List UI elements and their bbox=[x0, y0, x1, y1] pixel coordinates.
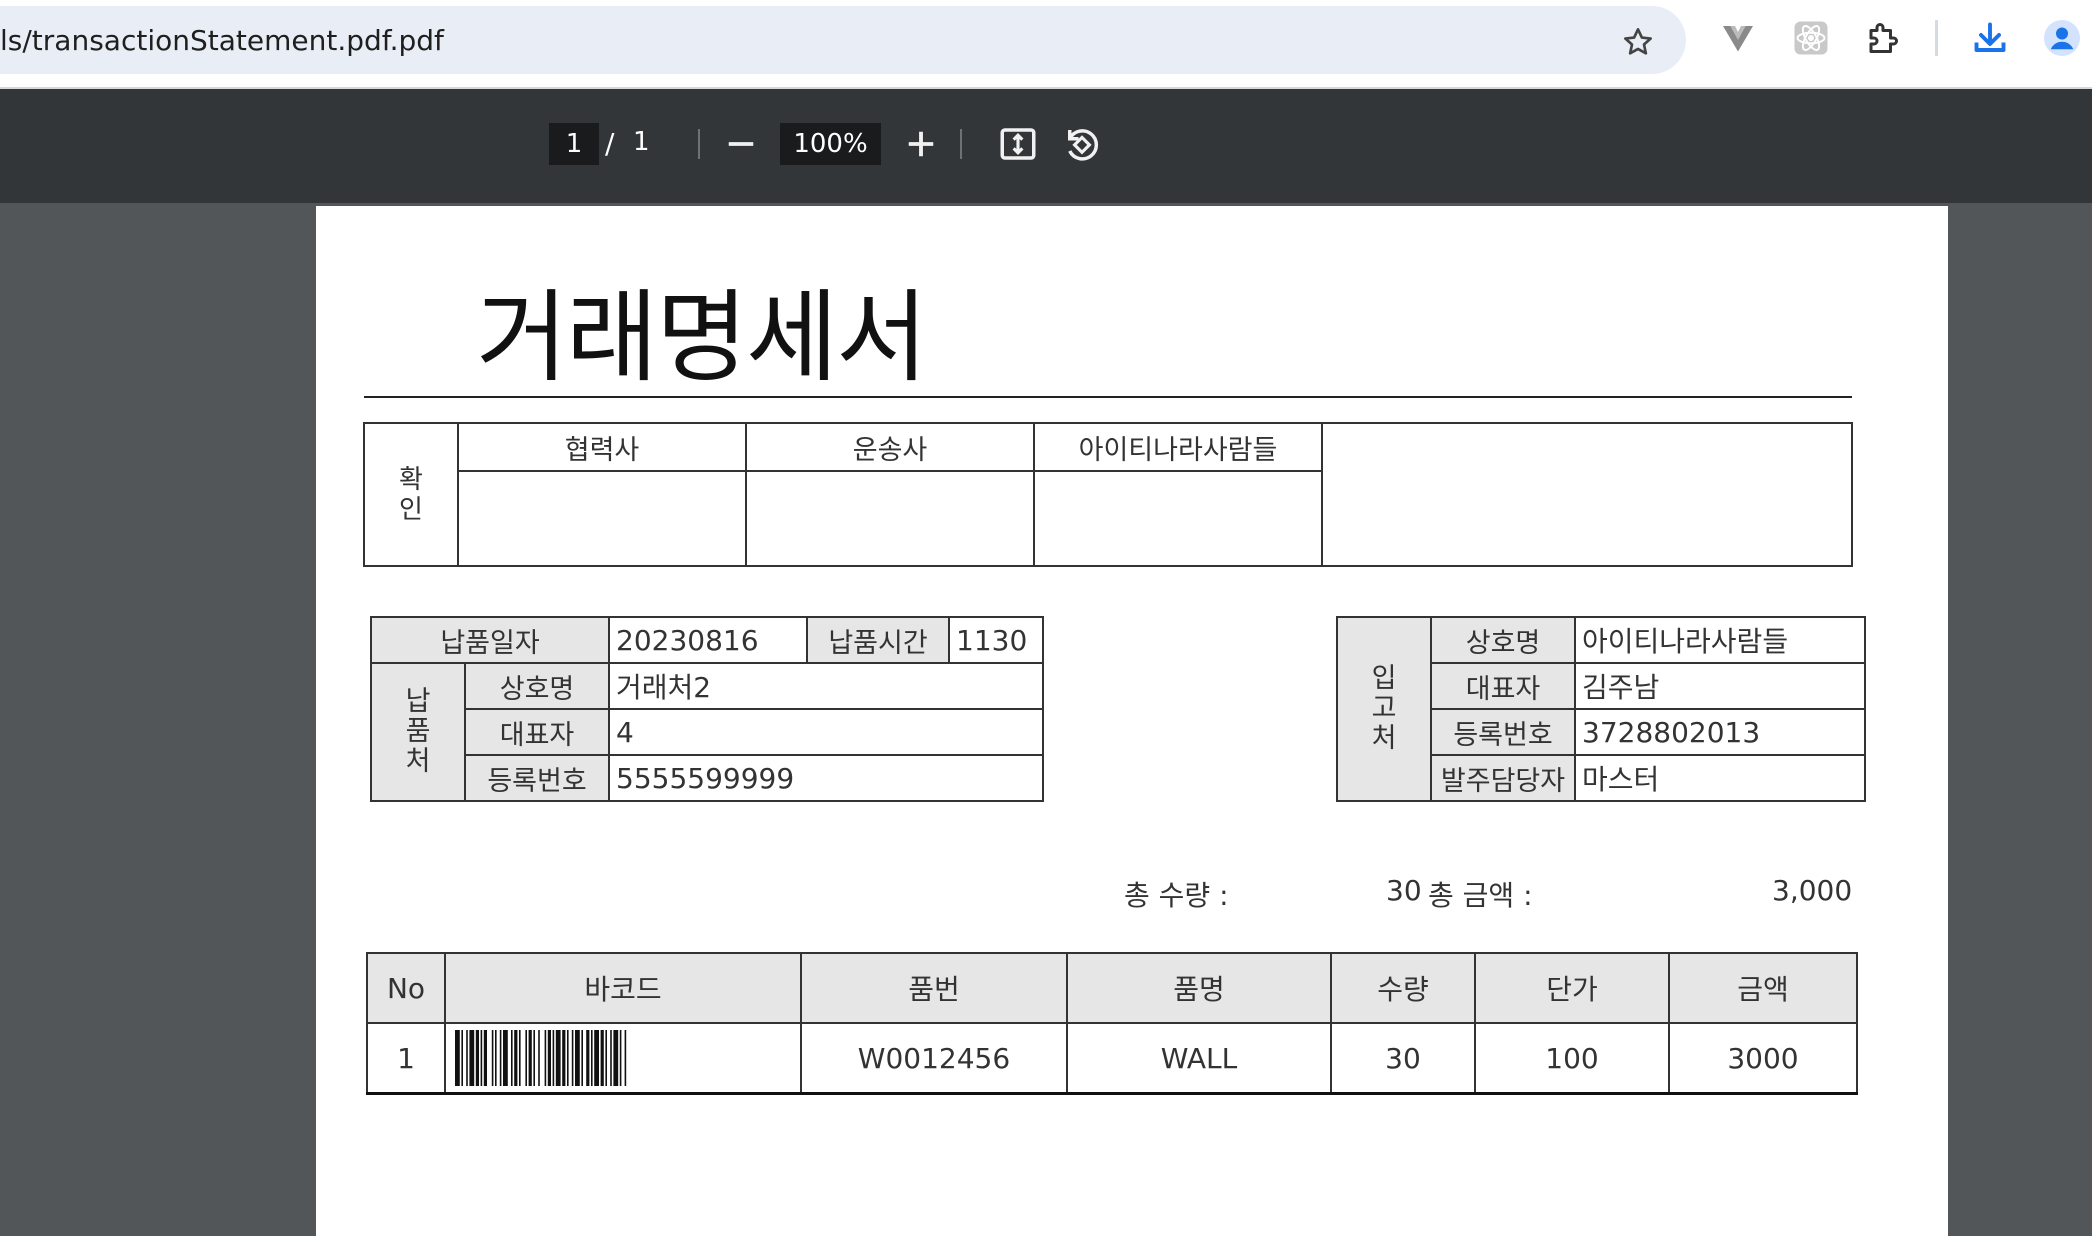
fit-page-icon[interactable] bbox=[997, 123, 1039, 165]
confirm-header-company: 아이티나라사람들 bbox=[1033, 422, 1323, 472]
receiver-side-label: 입 고 처 bbox=[1336, 616, 1432, 802]
cell-no: 1 bbox=[366, 1022, 446, 1095]
confirm-sign-carrier bbox=[745, 470, 1035, 567]
delivery-date-label: 납품일자 bbox=[370, 616, 610, 664]
document-title: 거래명세서 bbox=[476, 279, 928, 396]
pdf-toolbar: 1 / 1 100% bbox=[0, 89, 2092, 203]
items-table: No 바코드 품번 품명 수량 단가 금액 1 W0012456 WALL 30… bbox=[366, 952, 1858, 1095]
confirm-label: 확 인 bbox=[363, 422, 459, 567]
confirm-sign-partner bbox=[457, 470, 747, 567]
toolbar-divider bbox=[1935, 20, 1938, 56]
receiver-ceo-label: 대표자 bbox=[1430, 662, 1576, 710]
browser-toolbar: ls/transactionStatement.pdf.pdf bbox=[0, 0, 2092, 89]
pdf-page: 거래명세서 확 인 협력사 운송사 아이티나라사람들 납품일자 20230816… bbox=[316, 206, 1948, 1236]
cell-amount: 3000 bbox=[1668, 1022, 1858, 1095]
confirm-sign-company bbox=[1033, 470, 1323, 567]
star-icon[interactable] bbox=[1622, 26, 1654, 58]
col-header-part-no: 품번 bbox=[800, 952, 1068, 1024]
zoom-level-input[interactable]: 100% bbox=[780, 123, 881, 165]
receiver-manager-value: 마스터 bbox=[1574, 754, 1866, 802]
barcode-image bbox=[455, 1030, 627, 1086]
receiver-ceo-value: 김주남 bbox=[1574, 662, 1866, 710]
supplier-reg-value: 5555599999 bbox=[608, 754, 1044, 802]
supplier-company-label: 상호명 bbox=[464, 662, 610, 710]
col-header-amount: 금액 bbox=[1668, 952, 1858, 1024]
address-bar[interactable]: ls/transactionStatement.pdf.pdf bbox=[0, 6, 1686, 74]
supplier-ceo-label: 대표자 bbox=[464, 708, 610, 756]
receiver-reg-label: 등록번호 bbox=[1430, 708, 1576, 756]
total-quantity-label: 총 수량 : bbox=[1124, 879, 1229, 912]
cell-barcode bbox=[444, 1022, 802, 1095]
col-header-barcode: 바코드 bbox=[444, 952, 802, 1024]
supplier-table: 납품일자 20230816 납품시간 1130 납 품 처 상호명 거래처2 대… bbox=[370, 616, 1044, 802]
confirm-header-partner: 협력사 bbox=[457, 422, 747, 472]
receiver-manager-label: 발주담당자 bbox=[1430, 754, 1576, 802]
extensions-icon[interactable] bbox=[1865, 20, 1901, 56]
page-count: 1 bbox=[633, 127, 650, 157]
total-quantity-value: 30 bbox=[1386, 874, 1422, 907]
supplier-ceo-value: 4 bbox=[608, 708, 1044, 756]
confirm-blank-cell bbox=[1321, 422, 1853, 567]
zoom-in-icon[interactable] bbox=[900, 123, 942, 165]
cell-part-no: W0012456 bbox=[800, 1022, 1068, 1095]
title-divider bbox=[364, 396, 1852, 398]
cell-unit-price: 100 bbox=[1474, 1022, 1670, 1095]
receiver-company-value: 아이티나라사람들 bbox=[1574, 616, 1866, 664]
zoom-out-icon[interactable] bbox=[720, 123, 762, 165]
delivery-date-value: 20230816 bbox=[608, 616, 808, 664]
confirmation-table: 확 인 협력사 운송사 아이티나라사람들 bbox=[363, 422, 1853, 567]
page-number-input[interactable]: 1 bbox=[549, 123, 599, 165]
cell-name: WALL bbox=[1066, 1022, 1332, 1095]
items-header-row: No 바코드 품번 품명 수량 단가 금액 bbox=[366, 952, 1858, 1024]
url-text[interactable]: ls/transactionStatement.pdf.pdf bbox=[0, 24, 444, 57]
delivery-time-label: 납품시간 bbox=[806, 616, 950, 664]
profile-icon[interactable] bbox=[2044, 20, 2080, 56]
supplier-reg-label: 등록번호 bbox=[464, 754, 610, 802]
delivery-time-value: 1130 bbox=[948, 616, 1044, 664]
col-header-unit-price: 단가 bbox=[1474, 952, 1670, 1024]
page-separator: / bbox=[605, 127, 615, 160]
total-amount-value: 3,000 bbox=[1772, 874, 1853, 907]
col-header-name: 품명 bbox=[1066, 952, 1332, 1024]
download-icon[interactable] bbox=[1972, 20, 2008, 56]
table-row: 1 W0012456 WALL 30 100 3000 bbox=[366, 1022, 1858, 1095]
confirm-header-carrier: 운송사 bbox=[745, 422, 1035, 472]
supplier-company-value: 거래처2 bbox=[608, 662, 1044, 710]
toolbar-divider bbox=[960, 129, 962, 159]
react-devtools-icon[interactable] bbox=[1793, 20, 1829, 56]
total-amount-label: 총 금액 : bbox=[1428, 879, 1533, 912]
toolbar-divider bbox=[698, 129, 700, 159]
receiver-table: 입 고 처 상호명 아이티나라사람들 대표자 김주남 등록번호 37288020… bbox=[1336, 616, 1866, 802]
col-header-no: No bbox=[366, 952, 446, 1024]
vue-devtools-icon[interactable] bbox=[1720, 20, 1756, 56]
receiver-company-label: 상호명 bbox=[1430, 616, 1576, 664]
col-header-qty: 수량 bbox=[1330, 952, 1476, 1024]
rotate-icon[interactable] bbox=[1061, 123, 1103, 165]
cell-qty: 30 bbox=[1330, 1022, 1476, 1095]
supplier-side-label: 납 품 처 bbox=[370, 662, 466, 802]
receiver-reg-value: 3728802013 bbox=[1574, 708, 1866, 756]
